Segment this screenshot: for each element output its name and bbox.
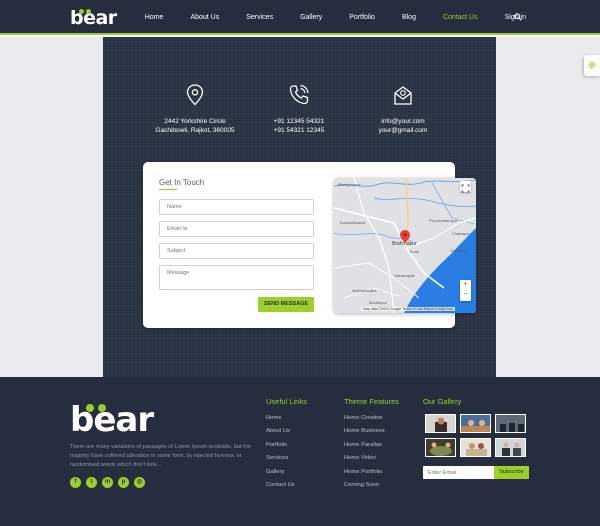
send-message-button[interactable]: SEND MESSAGE [258, 297, 314, 312]
footer-link-home-portfolio[interactable]: Home Portfolio [344, 469, 382, 475]
footer-logo-text: bear [70, 400, 154, 440]
nav-blog[interactable]: Blog [402, 14, 416, 21]
logo-eye-dot [86, 9, 91, 14]
gallery-thumbnail[interactable] [425, 414, 456, 433]
map-place-label: Kulla [410, 249, 419, 254]
phone-line2: +91 54321 12345 [273, 127, 325, 134]
footer-link-about-us[interactable]: About Us [266, 428, 290, 434]
map-place-label: Sakrampalli [394, 273, 415, 278]
address-line2: Gachibowli, Rajkot, 360005 [155, 127, 235, 134]
email-text: info@your.com your@gmail.com [363, 117, 443, 135]
map-zoom-control: + − [460, 280, 471, 301]
gallery-thumbnail[interactable] [425, 438, 456, 457]
our-gallery-heading: Our Gallery [423, 397, 462, 406]
linkedin-icon[interactable]: in [102, 477, 113, 488]
location-pin-icon [186, 84, 204, 106]
newsletter-email-input[interactable] [423, 466, 494, 479]
email-line1[interactable]: info@your.com [363, 117, 443, 126]
email-line2[interactable]: your@gmail.com [363, 126, 443, 135]
footer-link-gallery[interactable]: Gallery [266, 469, 284, 475]
map-place-label: Bhanjanagar [338, 182, 361, 187]
map-place-label: Madhupur [369, 300, 388, 305]
footer-link-home-creative[interactable]: Home Creative [344, 415, 383, 421]
pinterest-icon[interactable]: p [118, 477, 129, 488]
nav-services[interactable]: Services [246, 14, 273, 21]
map-fullscreen-button[interactable] [460, 181, 471, 193]
footer-logo[interactable]: bear [70, 400, 154, 440]
address-text: 2442 Yorkshire Circle Gachibowli, Rajkot… [150, 117, 240, 135]
zoom-in-button[interactable]: + [460, 280, 471, 290]
phone-text: +91 12345 54321 +91 54321 12345 [259, 117, 339, 135]
footer-link-home-video[interactable]: Home Video [344, 455, 376, 461]
gear-icon [588, 61, 596, 69]
search-icon[interactable] [514, 13, 522, 21]
footer-description: There are many variations of passages of… [70, 444, 251, 468]
footer-link-portfolio[interactable]: Portfolio [266, 442, 287, 448]
footer-link-contact-us[interactable]: Contact Us [266, 482, 295, 488]
name-field[interactable] [159, 199, 314, 215]
nav-about-us[interactable]: About Us [190, 14, 219, 21]
map-place-label: Chatrapur [452, 231, 470, 236]
fullscreen-icon [461, 184, 470, 193]
title-underline [159, 189, 177, 190]
zoom-out-button[interactable]: − [460, 290, 471, 300]
gallery-thumbnail[interactable] [460, 414, 491, 433]
message-field[interactable] [159, 265, 314, 290]
map-marker-icon[interactable] [400, 230, 410, 243]
nav-portfolio[interactable]: Portfolio [349, 14, 375, 21]
gallery-thumbnail[interactable] [495, 414, 526, 433]
top-navbar: bear Home About Us Services Gallery Port… [0, 0, 600, 35]
facebook-icon[interactable]: f [70, 477, 81, 488]
main-nav: Home About Us Services Gallery Portfolio… [118, 0, 526, 35]
map-attribution[interactable]: Map data ©2023 Google Terms of Use Repor… [361, 307, 456, 311]
footer-link-services[interactable]: Services [266, 455, 288, 461]
envelope-icon [394, 86, 412, 105]
map-place-label: Mathabandha [352, 288, 377, 293]
logo-eye-dot [98, 404, 106, 412]
nav-gallery[interactable]: Gallery [300, 14, 322, 21]
logo-text: bear [70, 7, 117, 29]
subject-field[interactable] [159, 243, 314, 259]
phone-line1: +91 12345 54321 [273, 118, 325, 125]
address-line1: 2442 Yorkshire Circle [164, 118, 226, 125]
google-map[interactable]: Kukudakhandi Purushottampur Chatrapur Ku… [334, 178, 476, 313]
theme-features-heading: Theme Features [344, 397, 400, 406]
logo-eye-dot [86, 404, 94, 412]
instagram-icon[interactable]: ◎ [134, 477, 145, 488]
form-title: Get In Touch [159, 178, 205, 187]
email-field[interactable] [159, 221, 314, 237]
useful-links-heading: Useful Links [266, 397, 307, 406]
nav-home[interactable]: Home [145, 14, 164, 21]
gallery-thumbnail[interactable] [460, 438, 491, 457]
twitter-icon[interactable]: t [86, 477, 97, 488]
map-place-label: Purushottampur [429, 218, 458, 223]
logo-eye-dot [79, 9, 84, 14]
brand-logo[interactable]: bear [70, 7, 117, 29]
settings-tab[interactable] [584, 55, 600, 76]
nav-contact-us[interactable]: Contact Us [443, 14, 478, 21]
footer-link-home[interactable]: Home [266, 415, 281, 421]
gallery-thumbnail[interactable] [495, 438, 526, 457]
map-place-label: Kukudakhandi [340, 220, 366, 225]
footer-link-coming-soon[interactable]: Coming Soon [344, 482, 379, 488]
footer-link-home-parallax[interactable]: Home Parallax [344, 442, 382, 448]
map-place-label: Gopalpur [450, 248, 467, 253]
subscribe-button[interactable]: Subscribe [494, 466, 529, 479]
footer-link-home-business[interactable]: Home Business [344, 428, 385, 434]
phone-icon [289, 84, 309, 105]
